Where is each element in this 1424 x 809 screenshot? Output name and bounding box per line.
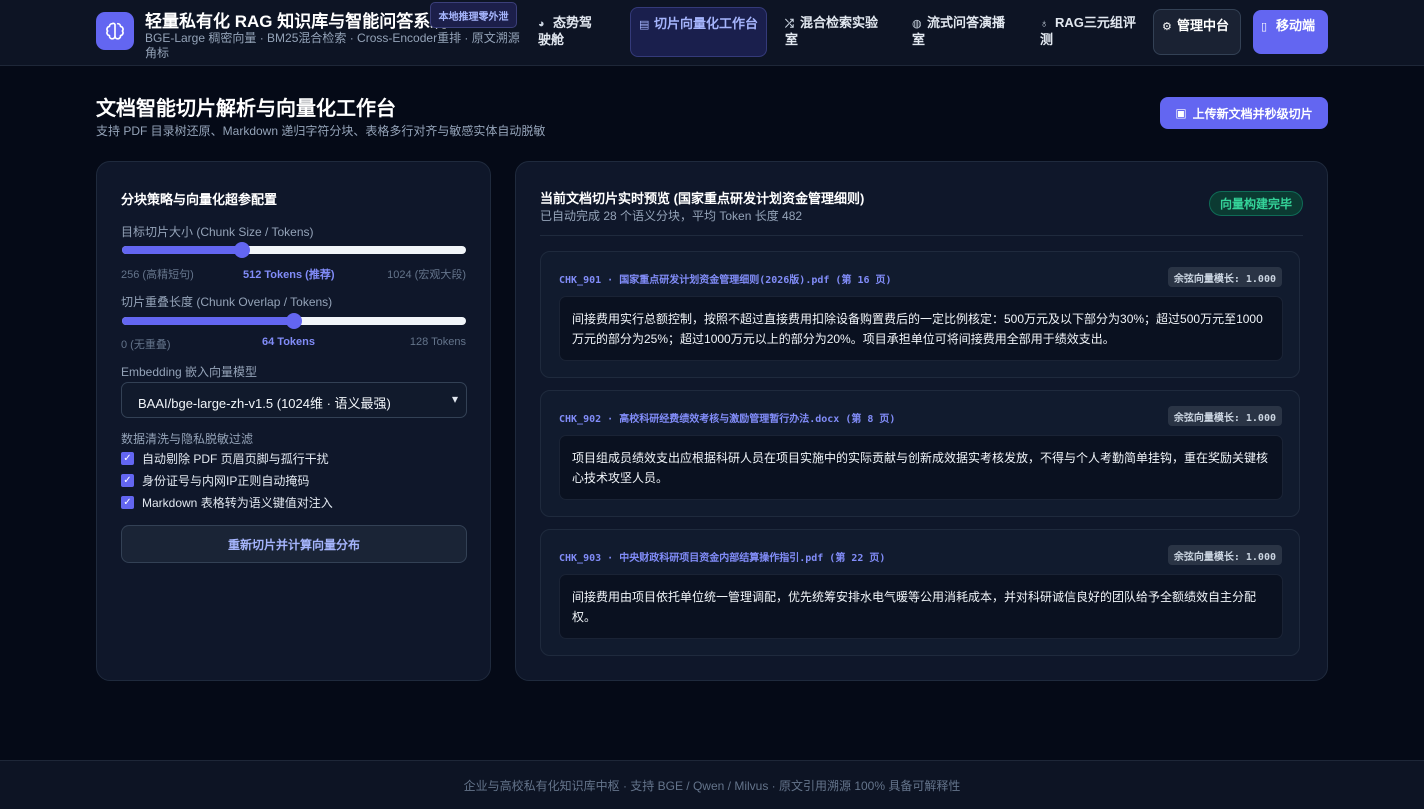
chunk-size-label: 目标切片大小 (Chunk Size / Tokens) (121, 225, 314, 239)
chunk-size-max-label: 1024 (宏观大段) (387, 269, 466, 281)
nav-dashboard[interactable]: ◕ 态势驾驶舱 (530, 7, 612, 57)
divider (540, 235, 1303, 236)
option-markdown-table-kv[interactable]: ✓ Markdown 表格转为语义键值对注入 (121, 494, 333, 511)
app-title: 轻量私有化 RAG 知识库与智能问答系统 (145, 12, 448, 31)
config-panel: 分块策略与向量化超参配置 目标切片大小 (Chunk Size / Tokens… (96, 161, 491, 681)
chunk-overlap-current-label: 64 Tokens (262, 336, 315, 348)
chunk-source: CHK_901 · 国家重点研发计划资金管理细则(2026版).pdf (第 1… (559, 275, 892, 286)
chunk-vector-norm: 余弦向量模长: 1.000 (1167, 267, 1282, 287)
mobile-icon: ▯ (1261, 21, 1268, 33)
embedding-model-label: Embedding 嵌入向量模型 (121, 365, 258, 379)
checkbox-checked-icon[interactable]: ✓ (121, 474, 134, 487)
chat-icon: ◍ (912, 18, 922, 30)
chunk-overlap-slider-fill (122, 317, 294, 325)
preview-title: 当前文档切片实时预览 (国家重点研发计划资金管理细则) (540, 191, 865, 206)
chunk-card[interactable]: CHK_901 · 国家重点研发计划资金管理细则(2026版).pdf (第 1… (540, 251, 1300, 378)
local-inference-badge: 本地推理零外泄 (430, 2, 517, 28)
chunk-source: CHK_903 · 中央财政科研项目资金内部结算操作指引.pdf (第 22 页… (559, 553, 886, 564)
embedding-model-select[interactable]: BAAI/bge-large-zh-v1.5 (1024维 · 语义最强) ▾ (121, 382, 467, 418)
chunk-size-current-label: 512 Tokens (推荐) (243, 269, 335, 281)
chunk-text: 间接费用由项目依托单位统一管理调配，优先统筹安排水电气暖等公用消耗成本，并对科研… (559, 574, 1283, 639)
shuffle-icon: ⤮ (785, 18, 794, 30)
cleaning-label: 数据清洗与隐私脱敏过滤 (121, 432, 254, 446)
chunk-size-slider[interactable] (122, 242, 466, 258)
option-remove-header-footer[interactable]: ✓ 自动剔除 PDF 页眉页脚与孤行干扰 (121, 450, 329, 467)
status-badge: 向量构建完毕 (1209, 191, 1303, 216)
chunk-preview-panel: 当前文档切片实时预览 (国家重点研发计划资金管理细则) 已自动完成 28 个语义… (515, 161, 1328, 681)
footer: 企业与高校私有化知识库中枢 · 支持 BGE / Qwen / Milvus ·… (0, 760, 1424, 809)
dashboard-icon: ◕ (538, 18, 545, 30)
preview-subtitle: 已自动完成 28 个语义分块，平均 Token 长度 482 (540, 209, 803, 223)
upload-file-icon: ▣ (1175, 106, 1187, 120)
checkbox-checked-icon[interactable]: ✓ (121, 452, 134, 465)
nav-chunking-workbench[interactable]: ▤ 切片向量化工作台 (630, 7, 767, 57)
nav-mobile[interactable]: ▯ 移动端 (1253, 10, 1328, 54)
chunk-overlap-slider[interactable] (122, 313, 466, 329)
chunk-overlap-max-label: 128 Tokens (409, 336, 466, 348)
nav-hybrid-search-lab[interactable]: ⤮ 混合检索实验室 (777, 7, 892, 57)
brain-icon[interactable] (96, 12, 134, 50)
checkbox-checked-icon[interactable]: ✓ (121, 496, 134, 509)
option-mask-id-ip[interactable]: ✓ 身份证号与内网IP正则自动掩码 (121, 472, 309, 489)
page-title: 文档智能切片解析与向量化工作台 (96, 98, 396, 120)
chunk-source: CHK_902 · 高校科研经费绩效考核与激励管理暂行办法.docx (第 8 … (559, 414, 896, 425)
document-icon: ▤ (639, 19, 650, 31)
nav-streaming-qa[interactable]: ◍ 流式问答演播室 (904, 7, 1019, 57)
chunk-overlap-slider-thumb[interactable] (286, 313, 302, 329)
nav-admin[interactable]: ⚙ 管理中台 (1153, 9, 1241, 55)
chunk-size-slider-thumb[interactable] (234, 242, 251, 258)
chunk-size-min-label: 256 (高精短句) (121, 269, 194, 281)
chunk-vector-norm: 余弦向量模长: 1.000 (1167, 406, 1282, 426)
medal-icon: ♁ (1040, 18, 1049, 30)
gear-icon: ⚙ (1162, 21, 1172, 33)
chunk-overlap-label: 切片重叠长度 (Chunk Overlap / Tokens) (121, 295, 333, 309)
page-subtitle: 支持 PDF 目录树还原、Markdown 递归字符分块、表格多行对齐与敏感实体… (96, 124, 546, 138)
chunk-overlap-min-label: 0 (无重叠) (121, 339, 171, 351)
rebuild-chunks-button[interactable]: 重新切片并计算向量分布 (121, 525, 467, 563)
app-subtitle: BGE-Large 稠密向量 · BM25混合检索 · Cross-Encode… (145, 31, 520, 60)
chunk-text: 项目组成员绩效支出应根据科研人员在项目实施中的实际贡献与创新成效据实考核发放，不… (559, 435, 1283, 500)
top-header: 轻量私有化 RAG 知识库与智能问答系统 本地推理零外泄 BGE-Large 稠… (0, 0, 1424, 66)
config-title: 分块策略与向量化超参配置 (121, 192, 278, 207)
nav-rag-eval[interactable]: ♁ RAG三元组评测 (1032, 7, 1144, 57)
upload-document-button[interactable]: ▣ 上传新文档并秒级切片 (1160, 97, 1328, 129)
chunk-card[interactable]: CHK_903 · 中央财政科研项目资金内部结算操作指引.pdf (第 22 页… (540, 529, 1300, 656)
chevron-down-icon: ▾ (451, 392, 458, 406)
chunk-size-slider-fill (122, 246, 243, 254)
chunk-vector-norm: 余弦向量模长: 1.000 (1167, 545, 1282, 565)
chunk-text: 间接费用实行总额控制，按照不超过直接费用扣除设备购置费后的一定比例核定：500万… (559, 296, 1283, 361)
chunk-card[interactable]: CHK_902 · 高校科研经费绩效考核与激励管理暂行办法.docx (第 8 … (540, 390, 1300, 517)
